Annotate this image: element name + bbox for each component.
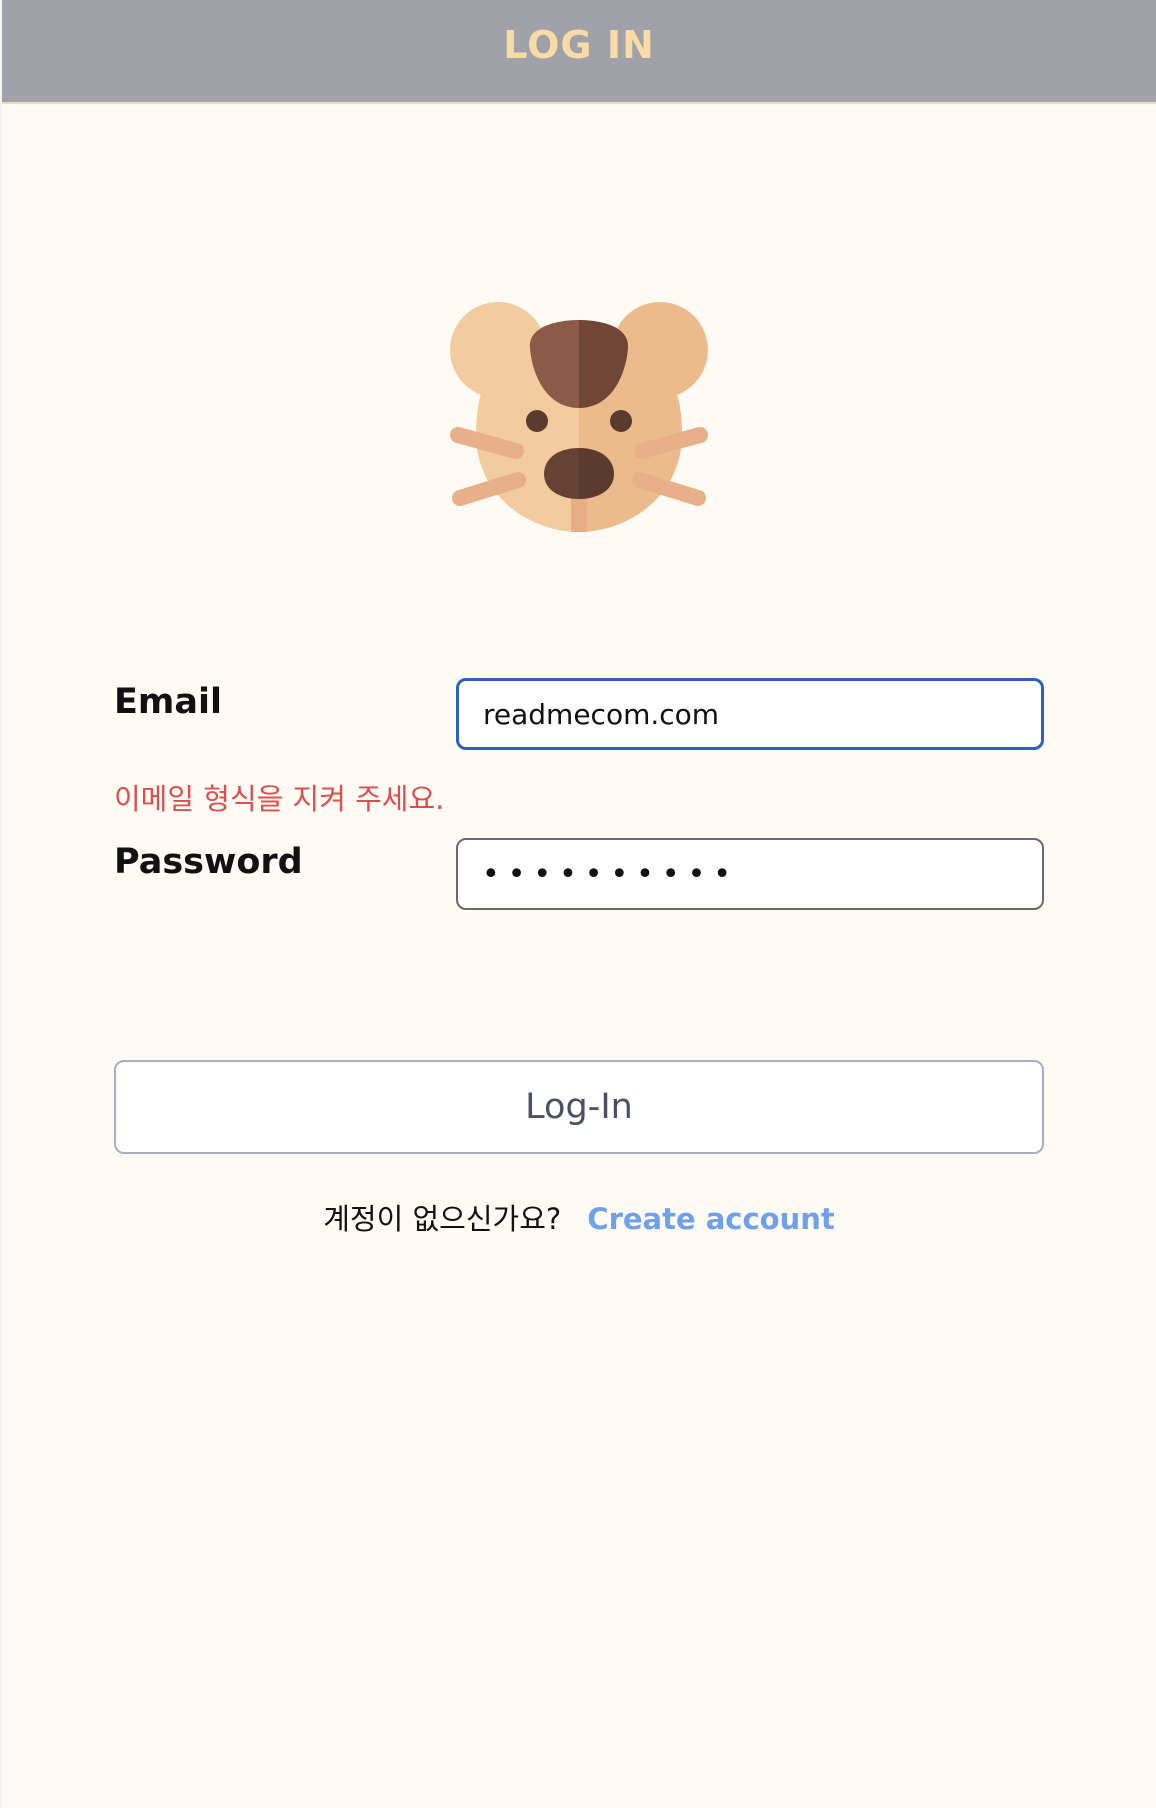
email-label: Email [114,682,222,722]
email-field[interactable] [456,678,1044,750]
login-screen: LOG IN Email 이메일 형식을 지켜 주세요. Password Lo… [2,0,1156,1808]
password-field[interactable] [456,838,1044,910]
right-eye [610,410,632,432]
password-label: Password [114,842,303,882]
create-account-link[interactable]: Create account [587,1202,834,1236]
login-button[interactable]: Log-In [114,1060,1044,1154]
signup-prompt: 계정이 없으신가요? Create account [2,1196,1156,1238]
email-error-message: 이메일 형식을 지켜 주세요. [114,782,445,816]
page-title: LOG IN [503,23,655,67]
hamster-face-icon [450,302,708,532]
app-header: LOG IN [2,0,1156,104]
signup-question: 계정이 없으신가요? [323,1202,562,1236]
left-eye [526,410,548,432]
